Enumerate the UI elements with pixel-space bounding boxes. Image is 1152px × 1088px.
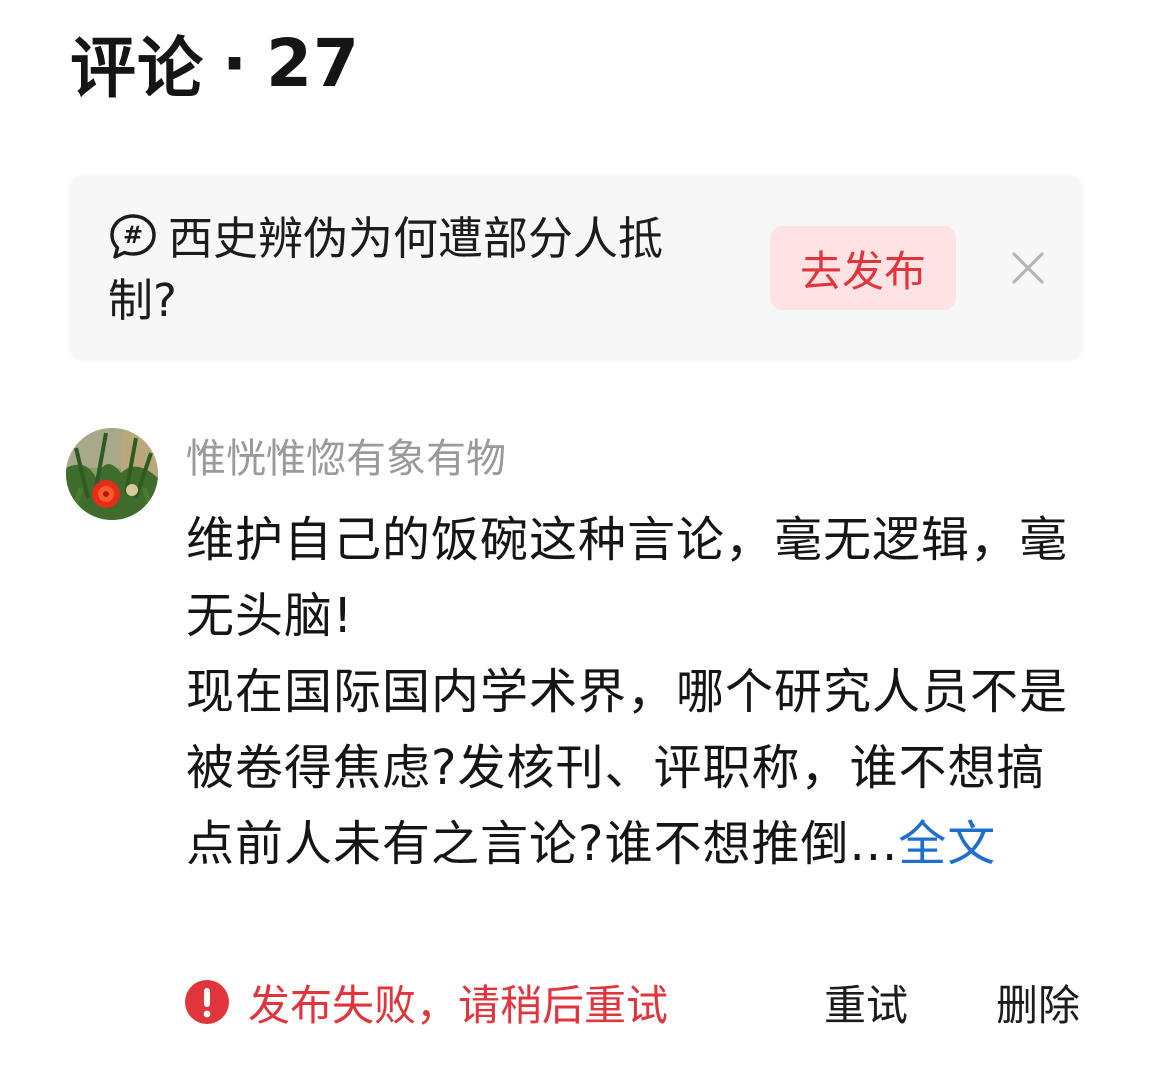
svg-text:#: # [123, 221, 143, 249]
full-text-link[interactable]: 全文 [898, 816, 996, 872]
topic-title: 西史辨伪为何遭部分人抵制? [108, 212, 664, 327]
avatar-image [66, 428, 158, 520]
error-icon [185, 980, 229, 1024]
publish-button[interactable]: 去发布 [770, 226, 956, 310]
comments-title: 评论 [70, 30, 204, 107]
avatar[interactable] [66, 428, 158, 520]
topic-suggestion-banner: # 西史辨伪为何遭部分人抵制? 去发布 [68, 174, 1084, 362]
retry-button[interactable]: 重试 [824, 972, 908, 1032]
publish-failed-status: 发布失败，请稍后重试 [184, 972, 668, 1032]
comment-body: 维护自己的饭碗这种言论，毫无逻辑，毫无头脑! 现在国际国内学术界，哪个研究人员不… [186, 502, 1086, 882]
delete-button[interactable]: 删除 [996, 972, 1080, 1032]
close-icon[interactable] [1008, 248, 1048, 288]
topic-text-block[interactable]: # 西史辨伪为何遭部分人抵制? [108, 208, 728, 332]
hashtag-bubble-icon: # [110, 214, 156, 259]
comment-paragraph: 维护自己的饭碗这种言论，毫无逻辑，毫无头脑! [186, 512, 1069, 644]
comments-header: 评论 · 27 [70, 18, 360, 108]
comment-username[interactable]: 惟恍惟惚有象有物 [186, 432, 506, 486]
header-separator: · [222, 24, 249, 102]
comments-count: 27 [266, 24, 360, 102]
status-text: 发布失败，请稍后重试 [248, 980, 669, 1030]
